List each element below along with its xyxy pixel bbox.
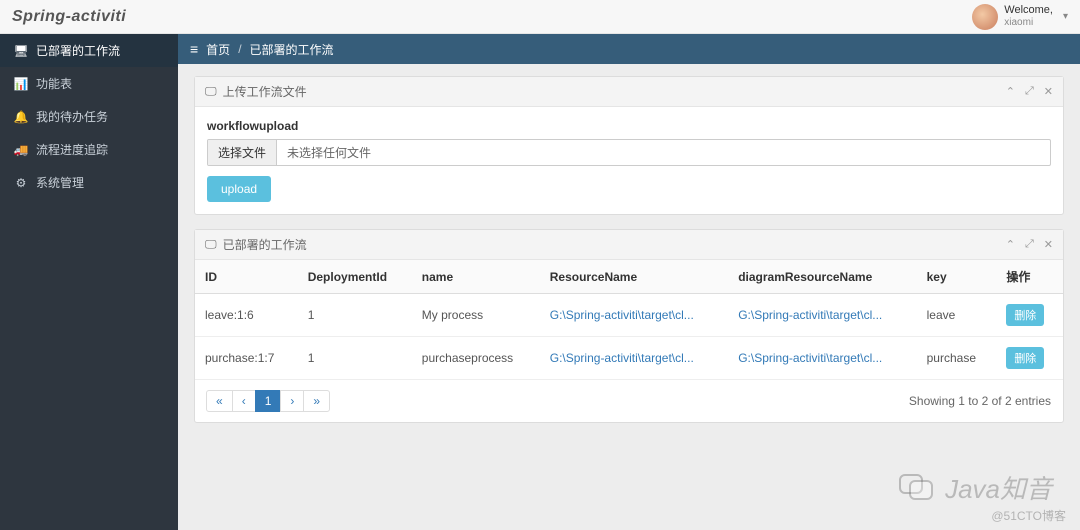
diagram-link[interactable]: G:\Spring-activiti\target\cl...: [738, 308, 882, 322]
entries-text: Showing 1 to 2 of 2 entries: [909, 394, 1051, 408]
truck-icon: 🚚: [14, 143, 28, 157]
avatar: [972, 4, 998, 30]
th-deploymentid: DeploymentId: [298, 260, 412, 294]
cell-deploymentid: 1: [298, 337, 412, 380]
cell-deploymentid: 1: [298, 294, 412, 337]
expand-icon[interactable]: ⤢: [1025, 238, 1034, 251]
choose-file-button[interactable]: 选择文件: [208, 140, 277, 165]
watermark-source: @51CTO博客: [991, 507, 1066, 524]
welcome-text: Welcome,: [1004, 4, 1053, 17]
resource-link[interactable]: G:\Spring-activiti\target\cl...: [550, 308, 694, 322]
file-name-text: 未选择任何文件: [277, 140, 1050, 165]
close-icon[interactable]: ✕: [1044, 238, 1053, 251]
sidebar-item-tracking[interactable]: 🚚 流程进度追踪: [0, 133, 178, 166]
monitor-icon: 🖵: [205, 237, 217, 252]
close-icon[interactable]: ✕: [1044, 85, 1053, 98]
page-1[interactable]: 1: [255, 390, 282, 412]
upload-form-label: workflowupload: [207, 119, 1051, 133]
workflow-table: ID DeploymentId name ResourceName diagra…: [195, 260, 1063, 380]
th-action: 操作: [996, 260, 1063, 294]
cell-id: purchase:1:7: [195, 337, 298, 380]
th-id: ID: [195, 260, 298, 294]
panel-title-text: 已部署的工作流: [223, 236, 307, 253]
cell-name: purchaseprocess: [412, 337, 540, 380]
sidebar-item-label: 我的待办任务: [36, 108, 108, 125]
cell-id: leave:1:6: [195, 294, 298, 337]
sidebar-item-features[interactable]: 📊 功能表: [0, 67, 178, 100]
user-name: xiaomi: [1004, 17, 1053, 29]
delete-button[interactable]: 删除: [1006, 304, 1044, 326]
delete-button[interactable]: 删除: [1006, 347, 1044, 369]
table-row: leave:1:6 1 My process G:\Spring-activit…: [195, 294, 1063, 337]
sidebar-item-system[interactable]: ⚙ 系统管理: [0, 166, 178, 199]
sidebar-item-label: 已部署的工作流: [36, 42, 120, 59]
resource-link[interactable]: G:\Spring-activiti\target\cl...: [550, 351, 694, 365]
th-key: key: [917, 260, 997, 294]
table-panel: 🖵 已部署的工作流 ⌃ ⤢ ✕ ID Deployment: [194, 229, 1064, 423]
page-last[interactable]: »: [303, 390, 330, 412]
monitor-icon: 🖵: [205, 84, 217, 99]
breadcrumb-current: 已部署的工作流: [250, 41, 334, 58]
sidebar-item-label: 系统管理: [36, 174, 84, 191]
bell-icon: 🔔: [14, 110, 28, 124]
page-next[interactable]: ›: [280, 390, 304, 412]
gear-icon: ⚙: [14, 176, 28, 190]
th-diagramresourcename: diagramResourceName: [728, 260, 916, 294]
user-menu[interactable]: Welcome, xiaomi ▾: [972, 4, 1068, 30]
pagination: « ‹ 1 › »: [207, 390, 330, 412]
sidebar: 🖥 已部署的工作流 📊 功能表 🔔 我的待办任务 🚚 流程进度追踪 ⚙ 系统管理: [0, 34, 178, 530]
page-first[interactable]: «: [206, 390, 233, 412]
sidebar-item-deployed[interactable]: 🖥 已部署的工作流: [0, 34, 178, 67]
th-resourcename: ResourceName: [540, 260, 728, 294]
collapse-icon[interactable]: ⌃: [1006, 238, 1015, 251]
chart-icon: 📊: [14, 77, 28, 91]
sidebar-item-label: 功能表: [36, 75, 72, 92]
upload-button[interactable]: upload: [207, 176, 271, 202]
breadcrumb: ≡ 首页 / 已部署的工作流: [178, 34, 1080, 64]
sidebar-item-tasks[interactable]: 🔔 我的待办任务: [0, 100, 178, 133]
sidebar-item-label: 流程进度追踪: [36, 141, 108, 158]
dashboard-icon: 🖥: [14, 44, 28, 58]
diagram-link[interactable]: G:\Spring-activiti\target\cl...: [738, 351, 882, 365]
panel-title-text: 上传工作流文件: [223, 83, 307, 100]
chevron-down-icon: ▾: [1063, 11, 1068, 22]
table-row: purchase:1:7 1 purchaseprocess G:\Spring…: [195, 337, 1063, 380]
cell-key: purchase: [917, 337, 997, 380]
cell-name: My process: [412, 294, 540, 337]
expand-icon[interactable]: ⤢: [1025, 85, 1034, 98]
brand-title: Spring-activiti: [12, 8, 126, 26]
chat-icon: [899, 474, 935, 502]
collapse-icon[interactable]: ⌃: [1006, 85, 1015, 98]
breadcrumb-home[interactable]: 首页: [206, 41, 230, 58]
breadcrumb-sep: /: [238, 42, 241, 56]
file-input-row: 选择文件 未选择任何文件: [207, 139, 1051, 166]
cell-key: leave: [917, 294, 997, 337]
watermark: Java知音: [899, 469, 1052, 506]
page-prev[interactable]: ‹: [232, 390, 256, 412]
th-name: name: [412, 260, 540, 294]
menu-icon[interactable]: ≡: [190, 41, 198, 57]
upload-panel: 🖵 上传工作流文件 ⌃ ⤢ ✕ workflowupload 选择文件 未选择任…: [194, 76, 1064, 215]
